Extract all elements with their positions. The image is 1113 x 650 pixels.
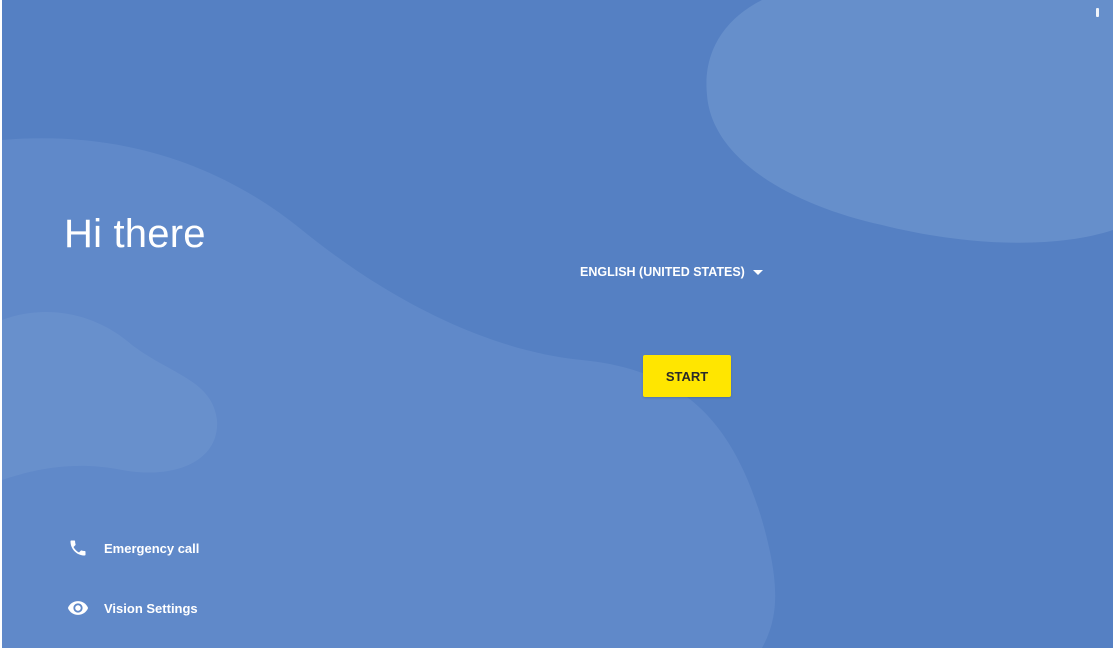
vision-settings-link[interactable]: Vision Settings: [66, 596, 198, 620]
chevron-down-icon: [752, 270, 763, 275]
start-button[interactable]: START: [643, 355, 731, 397]
eye-icon: [66, 596, 90, 620]
vision-settings-label: Vision Settings: [104, 600, 198, 616]
phone-icon: [66, 536, 90, 560]
emergency-call-link[interactable]: Emergency call: [66, 536, 199, 560]
greeting-title: Hi there: [64, 212, 206, 256]
battery-icon: [1096, 8, 1099, 17]
setup-welcome-screen: Hi there ENGLISH (UNITED STATES) START E…: [2, 0, 1113, 648]
language-label: ENGLISH (UNITED STATES): [580, 265, 745, 279]
language-dropdown[interactable]: ENGLISH (UNITED STATES): [580, 262, 763, 282]
emergency-call-label: Emergency call: [104, 540, 200, 556]
